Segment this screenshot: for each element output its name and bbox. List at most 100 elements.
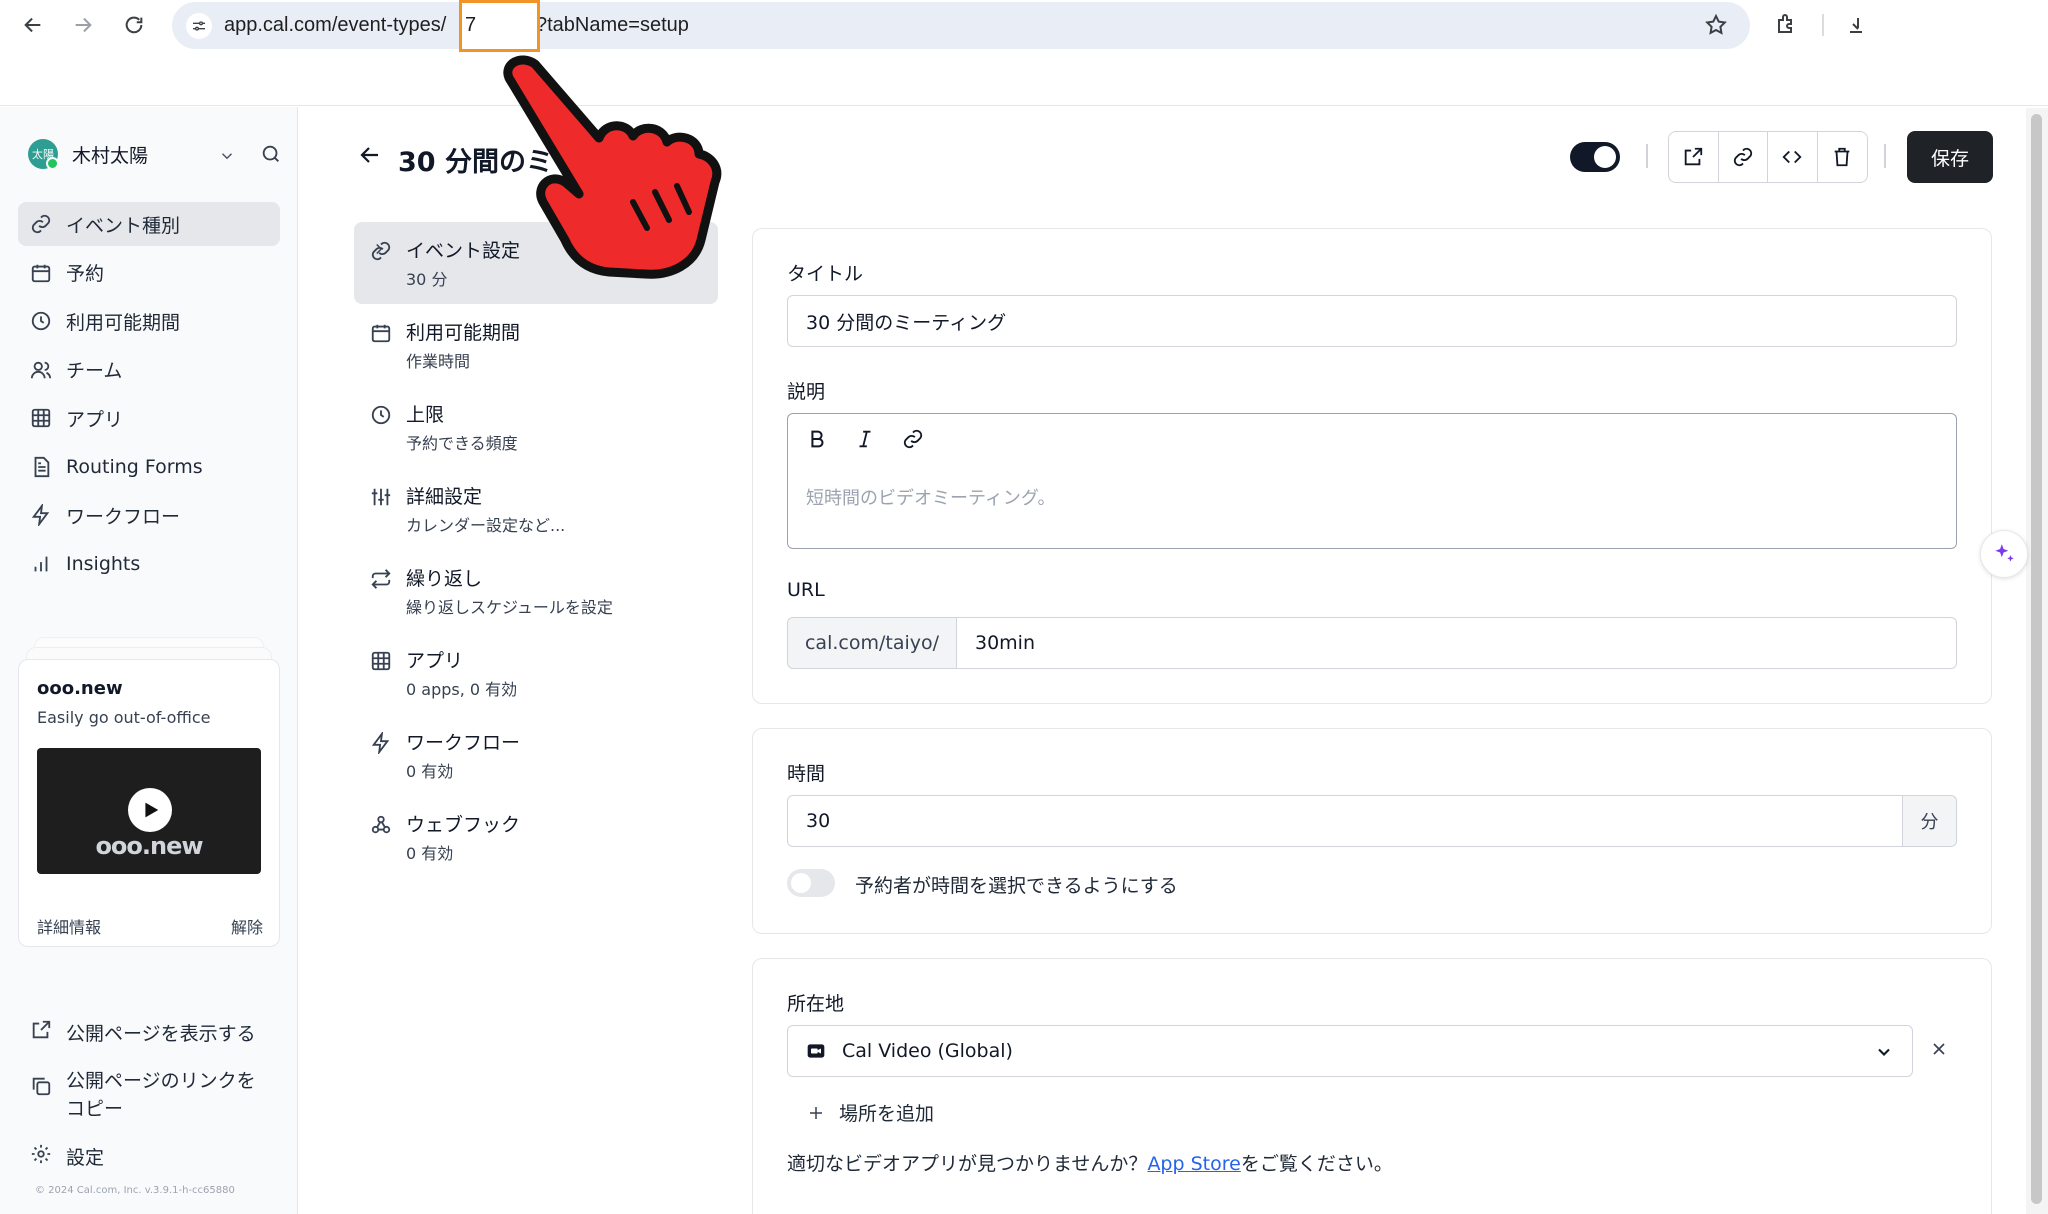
avatar: 太陽 — [28, 139, 59, 170]
url-slug-input[interactable]: 30min — [956, 617, 1957, 669]
promo-video[interactable]: ooo.new — [37, 748, 261, 874]
description-label: 説明 — [787, 381, 826, 403]
code-icon — [1782, 150, 1802, 164]
app-sidebar: 太陽 木村太陽 イベント種別 予約 利用可能期間 チーム アプリ Routing… — [0, 107, 298, 1214]
tab-webhooks[interactable]: ウェブフック 0 有効 — [354, 796, 718, 878]
reload-icon[interactable] — [117, 8, 151, 42]
promo-title: ooo.new — [37, 678, 123, 699]
clock-icon — [371, 405, 391, 425]
location-select[interactable]: Cal Video (Global) — [787, 1025, 1913, 1077]
tab-recurring[interactable]: 繰り返し 繰り返しスケジュールを設定 — [354, 550, 718, 632]
sidebar-item-insights[interactable]: Insights — [18, 542, 280, 586]
promo-card: ooo.new Easily go out-of-office ooo.new … — [18, 659, 280, 947]
tab-subtitle: 0 apps, 0 有効 — [406, 680, 518, 699]
repeat-icon — [371, 569, 391, 589]
scrollbar-thumb[interactable] — [2031, 114, 2042, 1204]
sidebar-item-event-types[interactable]: イベント種別 — [18, 202, 280, 246]
address-bar[interactable]: app.cal.com/event-types/ ?tabName=setup … — [172, 0, 1750, 52]
url-suffix: ?tabName=setup — [536, 14, 689, 36]
browser-chrome: app.cal.com/event-types/ ?tabName=setup … — [0, 0, 2048, 106]
download-icon[interactable] — [1848, 12, 1864, 40]
tab-title: 上限 — [406, 404, 445, 426]
duration-input[interactable]: 30 — [787, 795, 1903, 847]
calendar-icon — [31, 264, 51, 282]
location-card: 所在地 Cal Video (Global) 場所を追加 適切なビデオアプリが見… — [752, 958, 1992, 1214]
chevron-right-icon — [376, 243, 383, 255]
gear-icon — [31, 1144, 51, 1164]
back-icon[interactable] — [16, 8, 50, 42]
copy-link-button[interactable] — [1719, 132, 1768, 182]
tab-title: ウェブフック — [406, 814, 521, 836]
tab-advanced[interactable]: 詳細設定 カレンダー設定など... — [354, 468, 718, 550]
event-details-card: タイトル 30 分間のミーティング 説明 短時間のビデオミーティング。 URL … — [752, 228, 1992, 704]
play-icon[interactable] — [128, 788, 172, 832]
url-prefix: app.cal.com/event-types/ — [224, 14, 447, 36]
preview-button[interactable] — [1669, 132, 1719, 182]
sidebar-item-availability[interactable]: 利用可能期間 — [18, 299, 280, 343]
chevron-down-icon[interactable] — [218, 147, 236, 169]
description-editor[interactable]: 短時間のビデオミーティング。 — [787, 413, 1957, 549]
bold-icon[interactable] — [806, 428, 828, 450]
sidebar-item-label: Routing Forms — [66, 455, 203, 478]
location-label: 所在地 — [787, 993, 845, 1015]
zap-icon — [371, 732, 390, 754]
tab-workflows[interactable]: ワークフロー 0 有効 — [354, 714, 718, 796]
tab-title: 繰り返し — [406, 568, 483, 590]
embed-button[interactable] — [1768, 132, 1818, 182]
search-icon[interactable] — [260, 143, 282, 169]
save-button[interactable]: 保存 — [1907, 131, 1993, 183]
tab-subtitle: 30 分 — [406, 270, 448, 289]
sidebar-item-apps[interactable]: アプリ — [18, 396, 280, 440]
sparkle-icon[interactable] — [1980, 530, 2028, 578]
extensions-icon[interactable] — [1775, 12, 1799, 40]
promo-more-link[interactable]: 詳細情報 — [37, 914, 101, 938]
chrome-divider — [1822, 14, 1824, 36]
sidebar-nav: イベント種別 予約 利用可能期間 チーム アプリ Routing Forms ワ… — [18, 202, 280, 590]
add-location-label: 場所を追加 — [839, 1103, 935, 1125]
user-menu[interactable]: 太陽 木村太陽 — [28, 139, 149, 170]
site-settings-icon[interactable] — [186, 13, 212, 39]
location-note: 適切なビデオアプリが見つかりませんか？App Storeをご覧ください。 — [787, 1149, 1393, 1176]
tab-apps[interactable]: アプリ 0 apps, 0 有効 — [354, 632, 718, 714]
remove-location-icon[interactable] — [1929, 1039, 1949, 1059]
title-input[interactable]: 30 分間のミーティング — [787, 295, 1957, 347]
sidebar-item-label: Insights — [66, 552, 141, 575]
location-note-suffix: をご覧ください。 — [1240, 1153, 1393, 1175]
sidebar-item-bookings[interactable]: 予約 — [18, 251, 280, 295]
copy-public-link[interactable]: 公開ページのリンクを コピー — [30, 1067, 256, 1123]
back-arrow-icon[interactable] — [358, 143, 382, 171]
video-camera-icon — [807, 1044, 825, 1058]
sidebar-item-teams[interactable]: チーム — [18, 348, 280, 392]
tab-limits[interactable]: 上限 予約できる頻度 — [354, 386, 718, 468]
url-prefix-addon: cal.com/taiyo/ — [787, 617, 957, 669]
users-icon — [30, 361, 52, 378]
event-visibility-toggle[interactable] — [1570, 142, 1620, 172]
tab-title: アプリ — [406, 650, 464, 672]
location-value: Cal Video (Global) — [842, 1040, 1013, 1062]
sidebar-item-label: 利用可能期間 — [66, 311, 181, 334]
app-store-link[interactable]: App Store — [1147, 1153, 1240, 1175]
delete-button[interactable] — [1818, 132, 1868, 182]
promo-dismiss-button[interactable]: 解除 — [231, 914, 263, 938]
sidebar-item-workflows[interactable]: ワークフロー — [18, 493, 280, 537]
view-public-page-label: 公開ページを表示する — [66, 1023, 256, 1045]
tab-subtitle: 繰り返しスケジュールを設定 — [406, 598, 613, 617]
sidebar-item-label: 予約 — [66, 263, 105, 285]
bookmark-star-icon[interactable] — [1704, 13, 1728, 41]
scrollbar[interactable] — [2026, 108, 2048, 1214]
view-public-page-link[interactable]: 公開ページを表示する — [30, 1019, 256, 1046]
link-icon — [31, 214, 51, 234]
settings-link[interactable]: 設定 — [30, 1143, 104, 1170]
sidebar-item-routing-forms[interactable]: Routing Forms — [18, 445, 280, 489]
copyright: © 2024 Cal.com, Inc. v.3.9.1-h-cc65880 — [35, 1185, 235, 1196]
italic-icon[interactable] — [854, 428, 876, 450]
add-location-button[interactable]: 場所を追加 — [807, 1099, 934, 1126]
link-icon[interactable] — [902, 428, 924, 450]
tab-availability[interactable]: 利用可能期間 作業時間 — [354, 304, 718, 386]
sidebar-item-label: チーム — [66, 360, 123, 382]
calendar-icon — [371, 324, 391, 343]
user-name: 木村太陽 — [72, 144, 149, 167]
promo-subtitle: Easily go out-of-office — [37, 708, 211, 727]
forward-icon[interactable] — [66, 8, 100, 42]
multiple-duration-toggle[interactable] — [787, 869, 835, 897]
